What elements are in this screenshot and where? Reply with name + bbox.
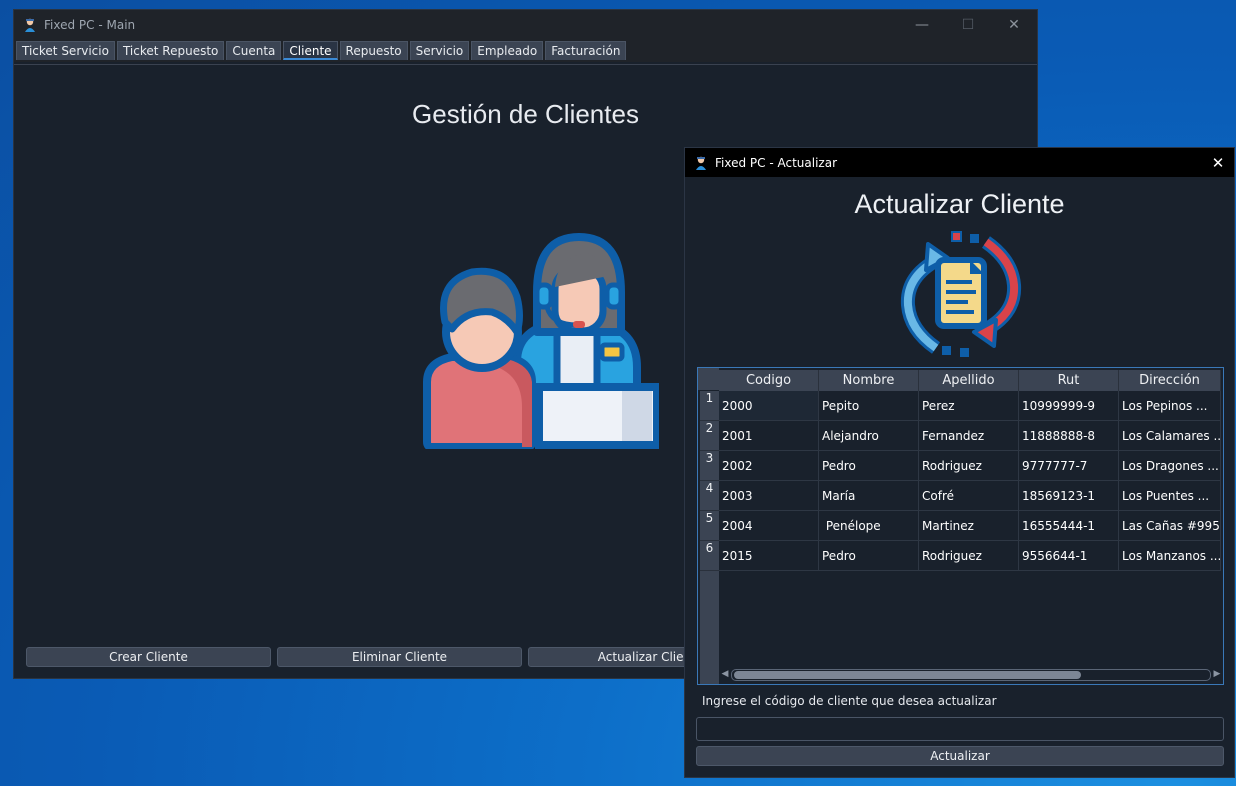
update-window-title: Fixed PC - Actualizar — [715, 155, 837, 170]
table-corner — [698, 368, 719, 390]
column-header-apellido[interactable]: Apellido — [919, 370, 1019, 391]
column-header-direccion[interactable]: Dirección — [1119, 370, 1221, 391]
table-cell-codigo[interactable]: 2003 — [719, 481, 819, 511]
minimize-button[interactable]: — — [899, 10, 945, 39]
close-button[interactable]: ✕ — [1202, 148, 1234, 177]
customer-support-illustration — [423, 233, 659, 449]
table-cell-codigo[interactable]: 2004 — [719, 511, 819, 541]
update-titlebar[interactable]: Fixed PC - Actualizar ✕ — [685, 148, 1234, 177]
client-code-input[interactable] — [696, 717, 1224, 741]
app-technician-icon — [696, 156, 706, 170]
table-cell-rut[interactable]: 16555444-1 — [1019, 511, 1119, 541]
table-cell-codigo[interactable]: 2000 — [719, 391, 819, 421]
row-header[interactable]: 5 — [700, 511, 719, 541]
row-header[interactable]: 6 — [700, 541, 719, 571]
table-cell-rut[interactable]: 10999999-9 — [1019, 391, 1119, 421]
table-cell-apellido[interactable]: Fernandez — [919, 421, 1019, 451]
column-header-nombre[interactable]: Nombre — [819, 370, 919, 391]
row-header[interactable]: 1 — [700, 391, 719, 421]
refresh-document-icon — [900, 231, 1022, 357]
main-tab-bar: Ticket Servicio Ticket Repuesto Cuenta C… — [14, 39, 1037, 62]
table-cell-rut[interactable]: 18569123-1 — [1019, 481, 1119, 511]
row-header[interactable]: 2 — [700, 421, 719, 451]
update-heading: Actualizar Cliente — [854, 189, 1065, 219]
table-cell-direccion[interactable]: Los Calamares ... — [1119, 421, 1221, 451]
table-cell-nombre[interactable]: María — [819, 481, 919, 511]
app-technician-icon — [25, 18, 35, 32]
row-header[interactable]: 3 — [700, 451, 719, 481]
table-cell-direccion[interactable]: Los Manzanos ... — [1119, 541, 1221, 571]
page-title: Gestión de Clientes — [412, 99, 639, 129]
tab-facturacion[interactable]: Facturación — [545, 41, 627, 60]
table-cell-codigo[interactable]: 2015 — [719, 541, 819, 571]
main-titlebar[interactable]: Fixed PC - Main — ☐ ✕ — [14, 10, 1037, 39]
table-cell-apellido[interactable]: Martinez — [919, 511, 1019, 541]
close-button[interactable]: ✕ — [991, 10, 1037, 39]
column-header-codigo[interactable]: Codigo — [719, 370, 819, 391]
table-cell-nombre[interactable]: Pedro — [819, 451, 919, 481]
tab-cuenta[interactable]: Cuenta — [226, 41, 282, 60]
table-cell-apellido[interactable]: Rodriguez — [919, 541, 1019, 571]
tab-ticket-servicio[interactable]: Ticket Servicio — [16, 41, 115, 60]
table-cell-nombre[interactable]: Pepito — [819, 391, 919, 421]
table-cell-apellido[interactable]: Rodriguez — [919, 451, 1019, 481]
table-cell-rut[interactable]: 9777777-7 — [1019, 451, 1119, 481]
tab-empleado[interactable]: Empleado — [471, 41, 544, 60]
row-header-gutter — [700, 571, 719, 684]
table-cell-apellido[interactable]: Perez — [919, 391, 1019, 421]
maximize-button[interactable]: ☐ — [945, 10, 991, 39]
table-cell-codigo[interactable]: 2001 — [719, 421, 819, 451]
tab-ticket-repuesto[interactable]: Ticket Repuesto — [116, 41, 225, 60]
table-cell-direccion[interactable]: Los Dragones ... — [1119, 451, 1221, 481]
table-cell-nombre[interactable]: Alejandro — [819, 421, 919, 451]
delete-client-button[interactable]: Eliminar Cliente — [277, 647, 522, 667]
table-cell-direccion[interactable]: Las Cañas #995,... — [1119, 511, 1221, 541]
actualizar-button[interactable]: Actualizar — [696, 746, 1224, 766]
table-cell-direccion[interactable]: Los Puentes ... — [1119, 481, 1221, 511]
table-cell-rut[interactable]: 11888888-8 — [1019, 421, 1119, 451]
update-window: Fixed PC - Actualizar ✕ Actualizar Clien… — [684, 147, 1235, 778]
table-cell-nombre[interactable]: Penélope — [819, 511, 919, 541]
row-header[interactable]: 4 — [700, 481, 719, 511]
scroll-left-icon[interactable]: ◀ — [719, 667, 731, 681]
table-cell-apellido[interactable]: Cofré — [919, 481, 1019, 511]
scrollbar-thumb[interactable] — [734, 671, 1081, 679]
tab-servicio[interactable]: Servicio — [409, 41, 470, 60]
table-cell-rut[interactable]: 9556644-1 — [1019, 541, 1119, 571]
column-header-rut[interactable]: Rut — [1019, 370, 1119, 391]
table-cell-direccion[interactable]: Los Pepinos ... — [1119, 391, 1221, 421]
client-code-label: Ingrese el código de cliente que desea a… — [702, 694, 997, 708]
table-cell-nombre[interactable]: Pedro — [819, 541, 919, 571]
main-window-title: Fixed PC - Main — [44, 17, 136, 32]
tab-repuesto[interactable]: Repuesto — [339, 41, 408, 60]
scroll-right-icon[interactable]: ▶ — [1211, 667, 1223, 681]
table-cell-codigo[interactable]: 2002 — [719, 451, 819, 481]
tab-cliente[interactable]: Cliente — [283, 41, 338, 60]
clients-table[interactable]: Codigo Nombre Apellido Rut Dirección 1 2… — [697, 367, 1224, 685]
horizontal-scrollbar[interactable]: ◀ ▶ — [719, 667, 1223, 681]
create-client-button[interactable]: Crear Cliente — [26, 647, 271, 667]
